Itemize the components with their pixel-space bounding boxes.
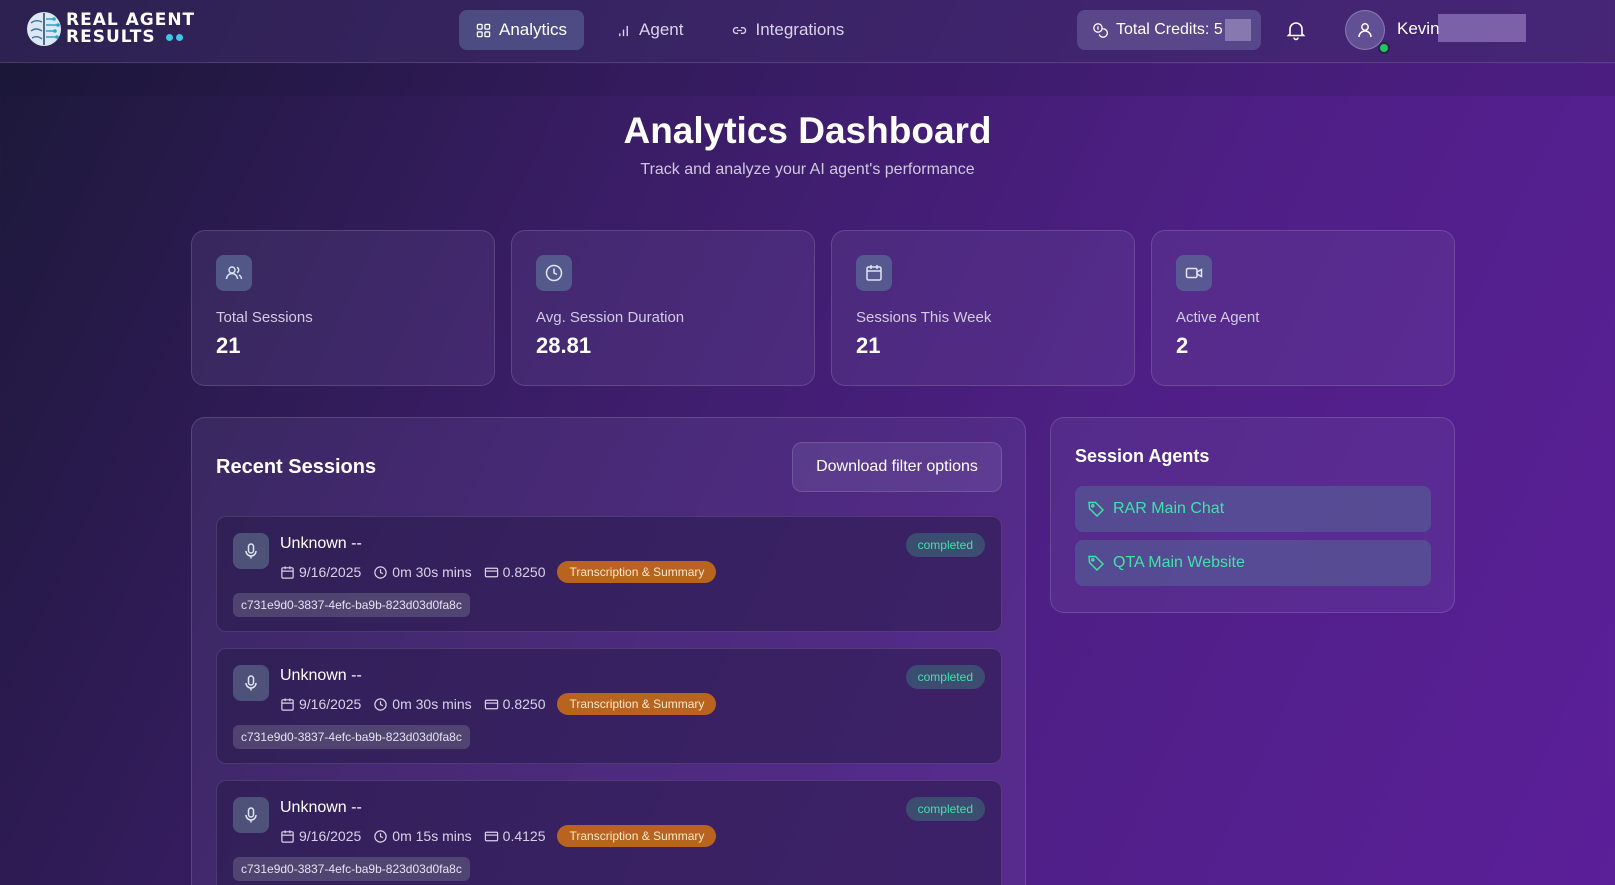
main-nav: Analytics Agent Integrations xyxy=(459,10,876,50)
user-name-redacted xyxy=(1438,14,1526,42)
bar-chart-icon xyxy=(619,25,628,36)
session-type-tag: Transcription & Summary xyxy=(557,693,717,715)
credit-card-icon xyxy=(484,699,498,709)
agent-item-rar-main-chat[interactable]: RAR Main Chat xyxy=(1075,486,1431,532)
nav-integrations[interactable]: Integrations xyxy=(715,10,861,50)
users-icon xyxy=(225,266,243,280)
clock-icon xyxy=(374,829,388,843)
session-date: 9/16/2025 xyxy=(299,828,362,844)
grid-icon xyxy=(476,23,491,37)
user-name[interactable]: Kevin xyxy=(1397,19,1440,39)
stat-label: Avg. Session Duration xyxy=(536,309,685,326)
video-icon xyxy=(1185,267,1203,279)
stat-card-sessions-week: Sessions This Week 21 xyxy=(831,230,1135,386)
page-title: Analytics Dashboard xyxy=(623,110,992,151)
status-badge: completed xyxy=(905,533,985,557)
calendar-icon xyxy=(281,697,294,711)
bell-icon[interactable] xyxy=(1285,19,1307,41)
session-duration: 0m 15s mins xyxy=(392,828,472,844)
session-card[interactable]: Unknown -- 9/16/2025 0m 30s mins 0.8250 … xyxy=(216,648,1002,764)
tag-icon xyxy=(1088,501,1104,517)
stat-label: Total Sessions xyxy=(216,309,313,326)
nav-integrations-label: Integrations xyxy=(755,20,845,39)
clock-icon xyxy=(545,264,563,282)
calendar-icon xyxy=(281,829,294,843)
stat-value: 21 xyxy=(856,333,881,358)
stat-label: Active Agent xyxy=(1176,309,1260,326)
session-caller-name: Unknown -- xyxy=(280,535,362,552)
recent-sessions-title: Recent Sessions xyxy=(216,456,377,478)
session-cost: 0.4125 xyxy=(502,828,546,844)
calendar-icon xyxy=(281,565,294,579)
stat-card-avg-duration: Avg. Session Duration 28.81 xyxy=(511,230,815,386)
nav-agent[interactable]: Agent xyxy=(599,10,700,50)
stat-label: Sessions This Week xyxy=(856,309,992,326)
session-meta: 9/16/2025 0m 30s mins 0.8250 Transcripti… xyxy=(280,561,717,583)
sub-bar xyxy=(0,64,1615,96)
credit-card-icon xyxy=(484,831,498,841)
microphone-icon xyxy=(245,807,257,823)
brain-logo-icon xyxy=(27,12,61,46)
recent-sessions-panel: Recent Sessions Download filter options … xyxy=(191,417,1026,885)
session-cost: 0.8250 xyxy=(502,696,546,712)
total-credits-button[interactable]: Total Credits: 5 xyxy=(1077,10,1261,50)
top-navbar: REAL AGENT RESULTS Analytics Agent Integ… xyxy=(0,0,1615,63)
session-id: c731e9d0-3837-4efc-ba9b-823d03d0fa8c xyxy=(233,593,470,617)
stat-value: 28.81 xyxy=(536,333,592,358)
session-id: c731e9d0-3837-4efc-ba9b-823d03d0fa8c xyxy=(233,725,470,749)
clock-icon xyxy=(374,565,388,579)
session-caller-name: Unknown -- xyxy=(280,667,362,684)
stat-card-active-agent: Active Agent 2 xyxy=(1151,230,1455,386)
session-cost: 0.8250 xyxy=(502,564,546,580)
tag-icon xyxy=(1088,555,1104,571)
session-agents-panel: Session Agents RAR Main Chat QTA Main We… xyxy=(1050,417,1455,613)
session-caller-name: Unknown -- xyxy=(280,799,362,816)
session-agents-title: Session Agents xyxy=(1075,446,1210,466)
clock-icon xyxy=(374,697,388,711)
logo-dots xyxy=(163,29,183,46)
microphone-icon xyxy=(245,543,257,559)
session-duration: 0m 30s mins xyxy=(392,564,472,580)
session-meta: 9/16/2025 0m 30s mins 0.8250 Transcripti… xyxy=(280,693,717,715)
agent-label: QTA Main Website xyxy=(1113,554,1245,571)
stat-card-total-sessions: Total Sessions 21 xyxy=(191,230,495,386)
nav-agent-label: Agent xyxy=(639,20,684,39)
user-icon xyxy=(1358,23,1372,38)
session-date: 9/16/2025 xyxy=(299,696,362,712)
credits-redacted xyxy=(1224,19,1251,41)
session-type-tag: Transcription & Summary xyxy=(557,825,717,847)
stat-value: 2 xyxy=(1176,333,1189,358)
brand-line-2: RESULTS xyxy=(66,27,156,47)
session-card[interactable]: Unknown -- 9/16/2025 0m 30s mins 0.8250 … xyxy=(216,516,1002,632)
brand-logo[interactable]: REAL AGENT RESULTS xyxy=(24,9,195,49)
session-card[interactable]: Unknown -- 9/16/2025 0m 15s mins 0.4125 … xyxy=(216,780,1002,885)
session-id: c731e9d0-3837-4efc-ba9b-823d03d0fa8c xyxy=(233,857,470,881)
microphone-icon xyxy=(245,675,257,691)
download-filter-options-button[interactable]: Download filter options xyxy=(792,442,1002,492)
session-meta: 9/16/2025 0m 15s mins 0.4125 Transcripti… xyxy=(280,825,717,847)
nav-analytics[interactable]: Analytics xyxy=(459,10,585,50)
coins-icon xyxy=(1093,23,1108,38)
nav-analytics-label: Analytics xyxy=(499,20,568,39)
stat-value: 21 xyxy=(216,333,241,358)
status-badge: completed xyxy=(905,665,985,689)
page-subtitle: Track and analyze your AI agent's perfor… xyxy=(640,161,975,178)
session-type-tag: Transcription & Summary xyxy=(557,561,717,583)
online-status-indicator xyxy=(1378,42,1390,54)
calendar-icon xyxy=(866,265,882,281)
credit-card-icon xyxy=(484,567,498,577)
total-credits-label: Total Credits: 5 xyxy=(1116,21,1223,38)
session-duration: 0m 30s mins xyxy=(392,696,472,712)
agent-label: RAR Main Chat xyxy=(1113,500,1225,517)
session-date: 9/16/2025 xyxy=(299,564,362,580)
status-badge: completed xyxy=(905,797,985,821)
link-icon xyxy=(733,26,747,34)
agent-item-qta-main-website[interactable]: QTA Main Website xyxy=(1075,540,1431,586)
